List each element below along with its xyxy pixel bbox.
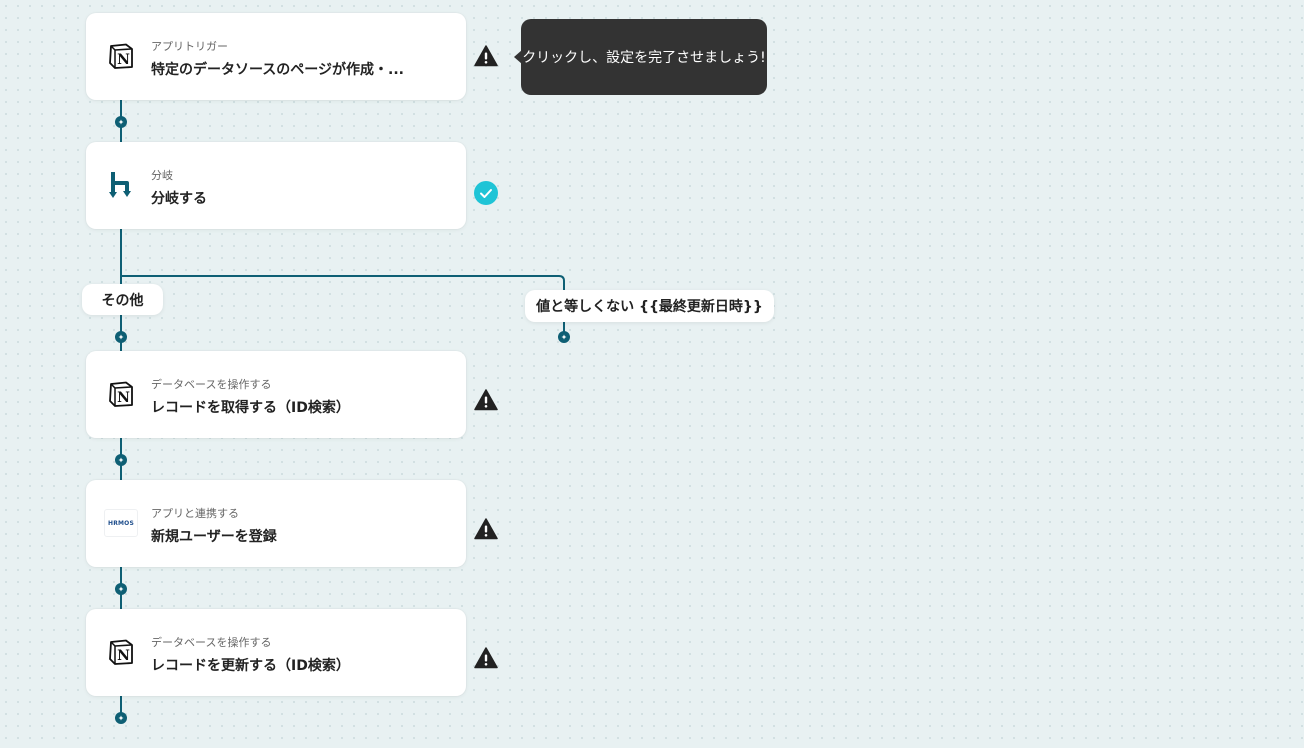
branch-label-other[interactable]: その他 xyxy=(82,284,163,315)
add-step-node[interactable] xyxy=(114,329,128,343)
flow-step-update-record[interactable]: N データベースを操作する レコードを更新する（ID検索） xyxy=(86,609,466,696)
branch-icon xyxy=(106,170,136,200)
step-subtitle: アプリトリガー xyxy=(151,40,228,53)
step-title: 特定のデータソースのページが作成・... xyxy=(151,62,404,78)
branch-label-text: 値と等しくない {{最終更新日時}} xyxy=(536,299,763,315)
add-step-node[interactable] xyxy=(114,114,128,128)
add-step-node[interactable] xyxy=(557,329,571,343)
flow-step-register-user[interactable]: HRMOS アプリと連携する 新規ユーザーを登録 xyxy=(86,480,466,567)
step-title: 分岐する xyxy=(151,191,207,207)
branch-label-text: その他 xyxy=(101,292,144,309)
notion-icon: N xyxy=(106,379,136,409)
setup-hint-tooltip: クリックし、設定を完了させましょう! xyxy=(514,19,767,95)
flow-canvas: N アプリトリガー 特定のデータソースのページが作成・... クリックし、設定を… xyxy=(0,0,1304,748)
hrmos-logo: HRMOS xyxy=(104,508,138,538)
step-title: 新規ユーザーを登録 xyxy=(151,529,277,545)
step-title: レコードを更新する（ID検索） xyxy=(151,658,350,674)
warning-icon xyxy=(474,646,498,670)
flow-step-trigger[interactable]: N アプリトリガー 特定のデータソースのページが作成・... xyxy=(86,13,466,100)
warning-icon xyxy=(474,388,498,412)
tooltip-arrow xyxy=(514,50,522,64)
step-subtitle: 分岐 xyxy=(151,169,173,182)
branch-label-condition[interactable]: 値と等しくない {{最終更新日時}} xyxy=(525,290,774,322)
flow-step-branch[interactable]: 分岐 分岐する xyxy=(86,142,466,229)
svg-text:N: N xyxy=(117,52,130,68)
step-title: レコードを取得する（ID検索） xyxy=(151,400,350,416)
add-step-node[interactable] xyxy=(114,710,128,724)
step-subtitle: データベースを操作する xyxy=(151,378,272,391)
add-step-node[interactable] xyxy=(114,452,128,466)
notion-icon: N xyxy=(106,637,136,667)
warning-icon xyxy=(474,517,498,541)
warning-icon xyxy=(474,44,498,68)
step-subtitle: データベースを操作する xyxy=(151,636,272,649)
notion-icon: N xyxy=(106,41,136,71)
check-icon xyxy=(474,181,498,205)
step-subtitle: アプリと連携する xyxy=(151,507,239,520)
tooltip-text: クリックし、設定を完了させましょう! xyxy=(522,50,766,66)
svg-text:N: N xyxy=(117,390,130,406)
hrmos-logo-text: HRMOS xyxy=(107,519,135,527)
add-step-node[interactable] xyxy=(114,581,128,595)
flow-step-get-record[interactable]: N データベースを操作する レコードを取得する（ID検索） xyxy=(86,351,466,438)
svg-text:N: N xyxy=(117,648,130,664)
